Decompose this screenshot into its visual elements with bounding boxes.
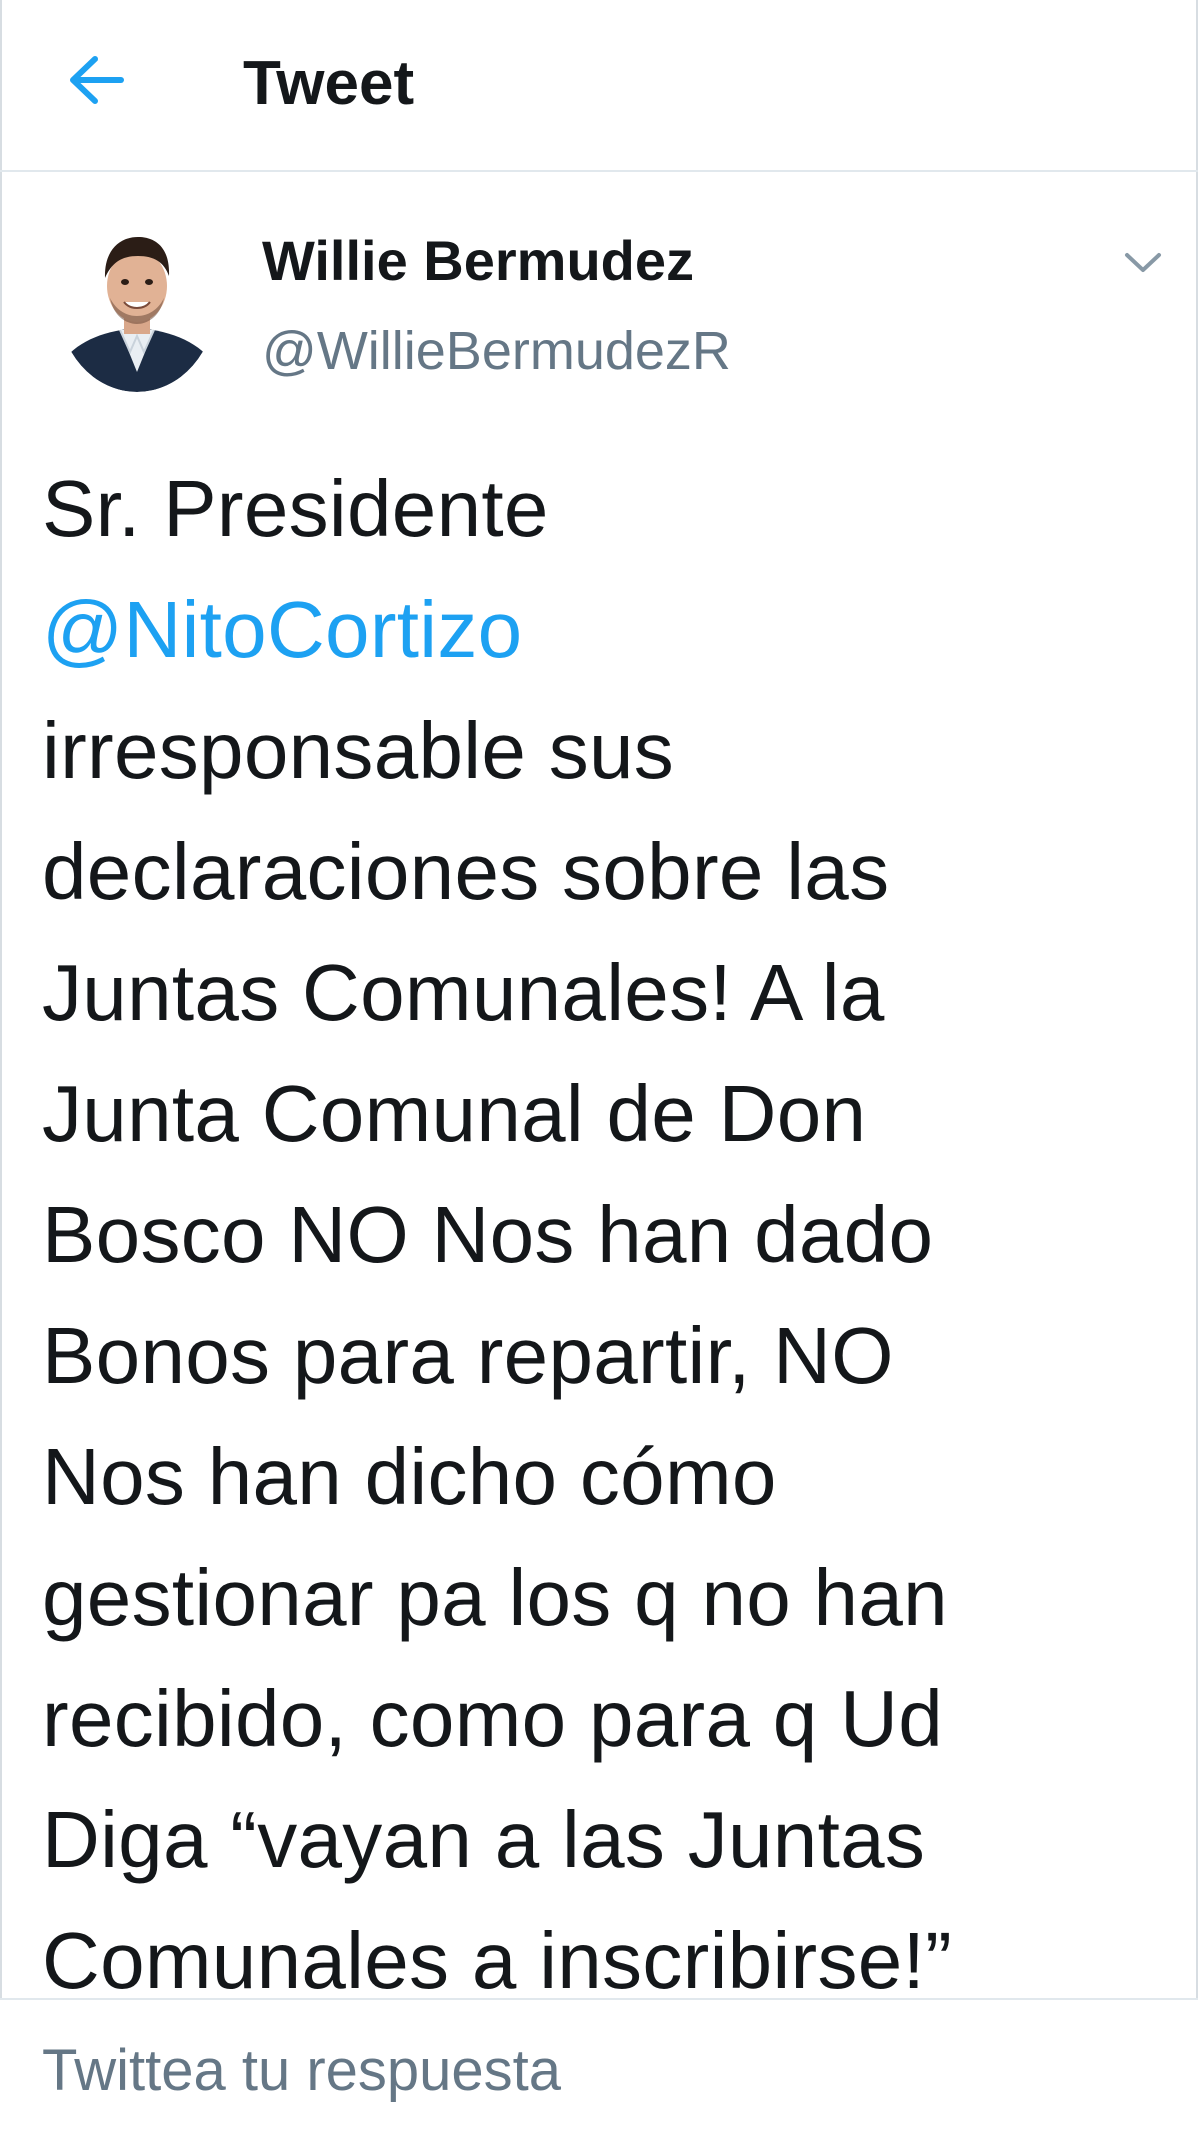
top-header: Tweet	[0, 0, 1198, 172]
reply-input[interactable]	[42, 2030, 1142, 2110]
reply-bar	[0, 1998, 1198, 2146]
tweet-line: irresponsable sus	[42, 706, 675, 795]
author-name[interactable]: Willie Bermudez	[262, 228, 694, 294]
back-button[interactable]	[56, 40, 136, 120]
arrow-left-icon	[70, 56, 124, 104]
tweet-line: Nos han dicho cómo	[42, 1432, 777, 1521]
tweet-line: gestionar pa los q no han	[42, 1553, 948, 1642]
author-handle[interactable]: @WillieBermudezR	[262, 318, 731, 384]
profile-photo	[58, 212, 216, 392]
chevron-down-icon	[1125, 253, 1161, 272]
page-title: Tweet	[243, 49, 415, 118]
tweet-line: Diga “vayan a las Juntas	[42, 1795, 926, 1884]
tweet-text: Sr. Presidente @NitoCortizo irresponsabl…	[42, 448, 1162, 2021]
tweet-line: Junta Comunal de Don	[42, 1069, 867, 1158]
tweet-line: Bonos para repartir, NO	[42, 1311, 894, 1400]
tweet-line: Juntas Comunales! A la	[42, 948, 885, 1037]
tweet-line: Sr. Presidente	[42, 464, 549, 553]
tweet-menu-button[interactable]	[1110, 238, 1176, 288]
tweet-line: declaraciones sobre las	[42, 827, 890, 916]
mention-link[interactable]: @NitoCortizo	[42, 569, 1162, 690]
avatar[interactable]	[58, 212, 216, 392]
tweet-line: recibido, como para q Ud	[42, 1674, 943, 1763]
tweet-line: Bosco NO Nos han dado	[42, 1190, 934, 1279]
